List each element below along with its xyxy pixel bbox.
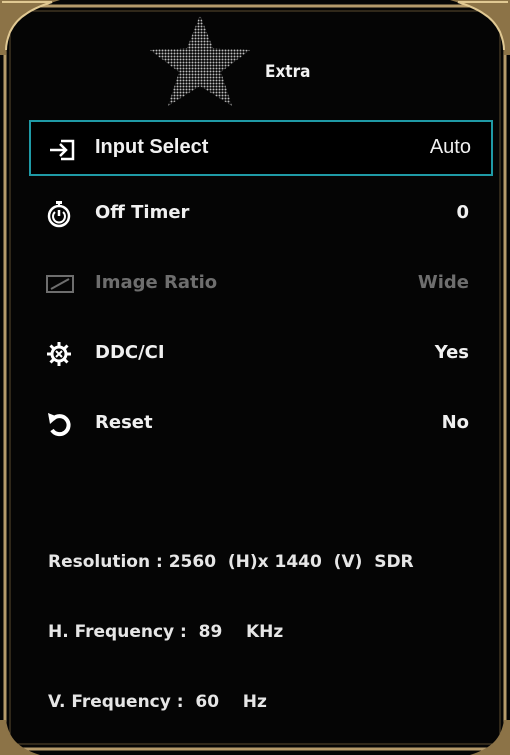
resolution-info: Resolution : 2560 (H)x 1440 (V) SDR: [48, 552, 414, 572]
osd-panel: Extra Input Select Auto Off Timer 0 Imag…: [0, 0, 510, 755]
menu-item-ddc-ci[interactable]: DDC/CI Yes: [29, 326, 493, 382]
menu-item-input-select[interactable]: Input Select Auto: [29, 120, 493, 176]
menu-item-label: Off Timer: [95, 202, 190, 223]
menu-item-label: Reset: [95, 412, 153, 433]
menu-item-value: Auto: [429, 136, 471, 158]
ddc-gear-icon: [47, 342, 71, 366]
menu-item-reset[interactable]: Reset No: [29, 396, 493, 452]
reset-icon: [48, 413, 71, 437]
header: Extra: [0, 0, 510, 110]
menu-item-value: 0: [456, 202, 469, 223]
menu-item-off-timer[interactable]: Off Timer 0: [29, 186, 493, 242]
h-frequency-info: H. Frequency : 89 KHz: [48, 622, 284, 642]
menu-item-image-ratio[interactable]: Image Ratio Wide: [29, 256, 493, 312]
menu-item-value: Yes: [434, 342, 469, 363]
menu-item-value: Wide: [417, 272, 469, 293]
aspect-ratio-icon: [46, 275, 74, 293]
stopwatch-icon: [47, 201, 71, 228]
menu-title: Extra: [265, 62, 311, 82]
menu-item-value: No: [441, 412, 469, 433]
menu-item-label: Input Select: [95, 136, 209, 158]
star-icon: [150, 15, 250, 106]
input-arrow-icon: [50, 139, 75, 161]
v-frequency-info: V. Frequency : 60 Hz: [48, 692, 267, 712]
menu-item-label: DDC/CI: [95, 342, 165, 363]
menu-item-label: Image Ratio: [95, 272, 218, 293]
